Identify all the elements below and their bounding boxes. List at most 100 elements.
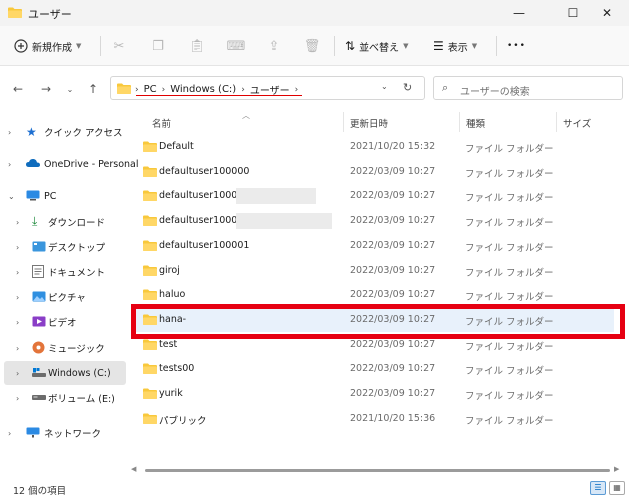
sidebar-item-pictures[interactable]: › ピクチャ [4,285,126,309]
column-header-name[interactable]: 名前 [152,116,171,130]
more-options-button[interactable]: ••• [507,35,526,57]
up-button[interactable]: ↑ [85,81,101,97]
file-row[interactable]: defaultuser100001 2022/03/09 10:27 ファイル フォ… [134,234,614,258]
folder-icon [143,413,157,424]
chevron-right-icon[interactable]: › [16,394,19,403]
drive-icon [32,367,46,379]
sidebar-item-downloads[interactable]: › ⤓ ダウンロード [4,210,126,234]
file-name[interactable]: tests00 [159,363,194,374]
sidebar-item-music[interactable]: › ミュージック [4,336,126,360]
folder-icon [143,141,157,152]
file-type: ファイル フォルダー [465,144,554,155]
file-name[interactable]: haluo [159,289,185,300]
pc-icon [26,190,40,202]
tiles-view-button[interactable]: ▦ [609,481,625,495]
column-divider[interactable] [556,112,557,132]
chevron-right-icon[interactable]: › [16,369,19,378]
file-row[interactable]: giroj 2022/03/09 10:27 ファイル フォルダー [134,259,614,283]
paste-icon[interactable]: 📋︎ [189,38,206,54]
chevron-right-icon[interactable]: › [16,293,19,302]
sidebar-item-windows-c[interactable]: › Windows (C:) [4,361,126,385]
file-date: 2022/03/09 10:27 [350,289,436,301]
chevron-right-icon[interactable]: › [8,160,11,169]
search-input[interactable]: ⌕ ユーザーの検索 [433,76,623,100]
sort-button[interactable]: ⇅ 並べ替え ▼ [345,35,408,57]
file-type: ファイル フォルダー [465,193,554,205]
new-button[interactable]: 新規作成 ▼ [14,35,81,57]
address-dropdown-icon[interactable]: ⌄ [381,82,388,91]
chevron-right-icon[interactable]: › [16,218,19,227]
rename-icon[interactable]: ⌨︎ [227,38,246,54]
sidebar-item-quick-access[interactable]: › ★ クイック アクセス [4,120,126,144]
file-name[interactable]: defaultuser100000 [159,166,249,177]
chevron-right-icon[interactable]: › [295,85,299,95]
details-view-button[interactable]: ☰ [590,481,606,495]
view-button[interactable]: ☰ 表示 ▼ [433,35,477,57]
file-name[interactable]: test [159,339,177,350]
file-name[interactable]: giroj [159,265,180,276]
column-divider[interactable] [343,112,344,132]
folder-icon [143,388,157,399]
recent-locations-button[interactable]: ⌄ [62,81,78,97]
column-header-type[interactable]: 種類 [466,116,485,130]
file-date: 2022/03/09 10:27 [350,264,436,276]
breadcrumb-pc[interactable]: PC [144,84,157,95]
chevron-right-icon[interactable]: › [8,429,11,438]
cut-icon[interactable]: ✂ [111,38,127,54]
sidebar-item-label: デスクトップ [48,243,106,254]
horizontal-scrollbar[interactable] [145,469,610,472]
sidebar-item-volume-e[interactable]: › ボリューム (E:) [4,386,126,410]
chevron-right-icon[interactable]: › [241,85,245,95]
sidebar-item-desktop[interactable]: › デスクトップ [4,235,126,259]
chevron-right-icon[interactable]: › [8,128,11,137]
forward-button[interactable]: → [38,81,54,97]
file-row[interactable]: defaultuser100000 2022/03/09 10:27 ファイル フォ… [134,160,614,184]
sidebar-item-documents[interactable]: › ドキュメント [4,260,126,284]
chevron-down-icon[interactable]: ⌄ [8,192,15,201]
delete-icon[interactable]: 🗑︎ [304,38,321,54]
file-date: 2021/10/20 15:32 [350,141,436,152]
column-divider[interactable] [459,112,460,132]
chevron-right-icon[interactable]: › [16,344,19,353]
chevron-right-icon[interactable]: › [16,318,19,327]
sidebar-item-network[interactable]: › ネットワーク [4,421,126,445]
file-type: ファイル フォルダー [465,415,554,427]
chevron-right-icon[interactable]: › [162,85,166,95]
file-row[interactable]: defaultuser100000 2022/03/09 10:27 ファイル フォ… [134,209,614,233]
file-name[interactable]: パブリック [159,413,207,427]
scroll-left-icon[interactable]: ◀ [131,465,136,473]
item-count: 12 個の項目 [13,486,67,497]
file-type: ファイル フォルダー [465,168,554,180]
share-icon[interactable]: ⇪ [266,38,282,54]
file-row[interactable]: defaultuser100000 2022/03/09 10:27 ファイル フォ… [134,184,614,208]
sidebar-item-videos[interactable]: › ビデオ [4,310,126,334]
sidebar-item-onedrive[interactable]: › OneDrive - Personal [4,152,139,176]
maximize-icon: ☐ [567,6,579,20]
column-header-date[interactable]: 更新日時 [350,116,388,130]
folder-icon [143,166,157,177]
file-name[interactable]: Default [159,141,194,152]
column-header-size[interactable]: サイズ [563,116,591,130]
title-bar: ユーザー — ☐ ✕ [0,0,629,26]
chevron-right-icon[interactable]: › [16,268,19,277]
back-button[interactable]: ← [10,81,26,97]
file-row[interactable]: パブリック 2021/10/20 15:36 ファイル フォルダー [134,407,614,431]
minimize-button[interactable]: — [497,0,541,26]
close-button[interactable]: ✕ [585,0,629,26]
network-icon [26,427,40,439]
sidebar-item-pc[interactable]: ⌄ PC [4,184,126,208]
refresh-icon[interactable]: ↻ [403,81,412,94]
plus-circle-icon [14,39,28,53]
file-name[interactable]: defaultuser100001 [159,240,249,251]
chevron-right-icon[interactable]: › [16,243,19,252]
address-bar[interactable]: › PC › Windows (C:) › ユーザー › ⌄ ↻ [110,76,425,100]
copy-icon[interactable]: ❐ [150,38,166,54]
file-row[interactable]: yurik 2022/03/09 10:27 ファイル フォルダー [134,382,614,406]
scroll-right-icon[interactable]: ▶ [614,465,619,473]
file-row[interactable]: Default 2021/10/20 15:32 ファイル フォルダー [134,135,614,159]
file-name[interactable]: yurik [159,388,183,399]
file-row[interactable]: tests00 2022/03/09 10:27 ファイル フォルダー [134,357,614,381]
breadcrumb-drive[interactable]: Windows (C:) [170,84,236,95]
view-icon: ☰ [433,39,444,53]
redaction-blur [236,188,316,204]
